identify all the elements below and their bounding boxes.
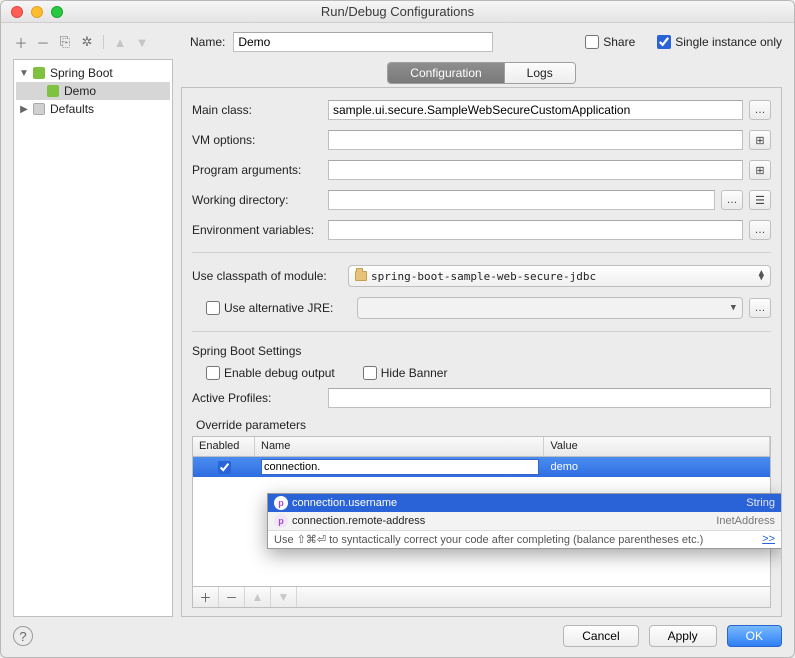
add-config-icon[interactable]: ＋ bbox=[13, 34, 29, 50]
grid-col-enabled[interactable]: Enabled bbox=[193, 437, 255, 456]
row-value[interactable]: demo bbox=[545, 459, 770, 475]
use-alt-jre-checkbox[interactable] bbox=[206, 301, 220, 315]
config-tabs: Configuration Logs bbox=[387, 62, 575, 84]
vm-options-input[interactable] bbox=[328, 130, 743, 150]
enable-debug-checkbox[interactable] bbox=[206, 366, 220, 380]
expand-program-args-button[interactable]: ⊞ bbox=[749, 160, 771, 180]
vm-options-label: VM options: bbox=[192, 133, 322, 147]
main-class-label: Main class: bbox=[192, 103, 322, 117]
remove-config-icon[interactable]: － bbox=[35, 34, 51, 50]
working-dir-label: Working directory: bbox=[192, 193, 322, 207]
window-title: Run/Debug Configurations bbox=[1, 4, 794, 19]
main-class-input[interactable] bbox=[328, 100, 743, 120]
spring-boot-icon bbox=[33, 67, 45, 79]
autocomplete-item[interactable]: p connection.remote-address InetAddress bbox=[268, 512, 781, 530]
share-checkbox[interactable] bbox=[585, 35, 599, 49]
settings-icon[interactable]: ✲ bbox=[79, 34, 95, 50]
expand-vm-options-button[interactable]: ⊞ bbox=[749, 130, 771, 150]
hide-banner-label: Hide Banner bbox=[381, 366, 448, 380]
classpath-label: Use classpath of module: bbox=[192, 269, 342, 283]
use-alt-jre-label: Use alternative JRE: bbox=[224, 301, 333, 315]
program-args-input[interactable] bbox=[328, 160, 743, 180]
hide-banner-checkbox[interactable] bbox=[363, 366, 377, 380]
tree-node-spring-boot[interactable]: ▼ Spring Boot bbox=[16, 64, 170, 82]
browse-jre-button[interactable]: … bbox=[749, 298, 771, 318]
autocomplete-hint: Use ⇧⌘⏎ to syntactically correct your co… bbox=[268, 530, 781, 548]
row-enabled-checkbox[interactable] bbox=[218, 461, 231, 474]
working-dir-input[interactable] bbox=[328, 190, 715, 210]
grid-remove-button[interactable]: － bbox=[219, 587, 245, 607]
tree-node-defaults[interactable]: ▶ Defaults bbox=[16, 100, 170, 118]
cancel-button[interactable]: Cancel bbox=[563, 625, 638, 647]
help-icon[interactable]: ? bbox=[13, 626, 33, 646]
chevron-right-icon[interactable]: ▶ bbox=[18, 104, 30, 115]
tree-node-label: Demo bbox=[64, 84, 96, 98]
select-caret-icon: ▲▼ bbox=[759, 271, 764, 281]
defaults-icon bbox=[33, 103, 45, 115]
env-vars-input[interactable] bbox=[328, 220, 743, 240]
select-caret-icon: ▼ bbox=[731, 306, 736, 311]
autocomplete-popup: p connection.username String p connectio… bbox=[267, 493, 782, 549]
grid-up-button[interactable]: ▲ bbox=[245, 587, 271, 607]
browse-env-vars-button[interactable]: … bbox=[749, 220, 771, 240]
name-row: Name: bbox=[190, 32, 493, 52]
chevron-down-icon[interactable]: ▼ bbox=[18, 68, 30, 79]
grid-col-value[interactable]: Value bbox=[544, 437, 770, 456]
ok-button[interactable]: OK bbox=[727, 625, 782, 647]
classpath-module-value: spring-boot-sample-web-secure-jdbc bbox=[371, 270, 596, 283]
name-input[interactable] bbox=[233, 32, 493, 52]
env-vars-label: Environment variables: bbox=[192, 223, 322, 237]
move-down-icon[interactable]: ▼ bbox=[134, 34, 150, 50]
alt-jre-select[interactable]: ▼ bbox=[357, 297, 743, 319]
config-sidebar: ▼ Spring Boot Demo ▶ Defaults bbox=[13, 59, 173, 617]
single-instance-checkbox[interactable] bbox=[657, 35, 671, 49]
grid-row[interactable]: demo bbox=[193, 457, 770, 477]
tab-configuration[interactable]: Configuration bbox=[388, 63, 503, 83]
tree-node-label: Spring Boot bbox=[50, 66, 113, 80]
spring-boot-icon bbox=[47, 85, 59, 97]
single-instance-label: Single instance only bbox=[675, 35, 782, 49]
override-legend: Override parameters bbox=[192, 418, 771, 432]
property-icon: p bbox=[274, 496, 288, 510]
enable-debug-label: Enable debug output bbox=[224, 366, 335, 380]
row-name-input[interactable] bbox=[261, 459, 539, 475]
tab-logs[interactable]: Logs bbox=[504, 63, 575, 83]
grid-add-button[interactable]: ＋ bbox=[193, 587, 219, 607]
grid-col-name[interactable]: Name bbox=[255, 437, 544, 456]
apply-button[interactable]: Apply bbox=[649, 625, 717, 647]
autocomplete-item[interactable]: p connection.username String bbox=[268, 494, 781, 512]
separator bbox=[192, 331, 771, 332]
autocomplete-more-link[interactable]: >> bbox=[762, 533, 775, 546]
share-label: Share bbox=[603, 35, 635, 49]
tree-node-demo[interactable]: Demo bbox=[16, 82, 170, 100]
tree-node-label: Defaults bbox=[50, 102, 94, 116]
copy-config-icon[interactable]: ⎘ bbox=[57, 34, 73, 50]
name-label: Name: bbox=[190, 35, 225, 49]
browse-working-dir-button[interactable]: … bbox=[721, 190, 743, 210]
grid-down-button[interactable]: ▼ bbox=[271, 587, 297, 607]
titlebar: Run/Debug Configurations bbox=[1, 1, 794, 23]
classpath-module-select[interactable]: spring-boot-sample-web-secure-jdbc ▲▼ bbox=[348, 265, 771, 287]
active-profiles-input[interactable] bbox=[328, 388, 771, 408]
override-grid: Enabled Name Value demo bbox=[192, 436, 771, 608]
separator bbox=[192, 252, 771, 253]
list-working-dir-button[interactable]: ☰ bbox=[749, 190, 771, 210]
folder-icon bbox=[355, 271, 367, 281]
browse-main-class-button[interactable]: … bbox=[749, 100, 771, 120]
spring-settings-legend: Spring Boot Settings bbox=[192, 344, 771, 358]
active-profiles-label: Active Profiles: bbox=[192, 391, 322, 405]
move-up-icon[interactable]: ▲ bbox=[112, 34, 128, 50]
property-icon: p bbox=[274, 514, 288, 528]
program-args-label: Program arguments: bbox=[192, 163, 322, 177]
